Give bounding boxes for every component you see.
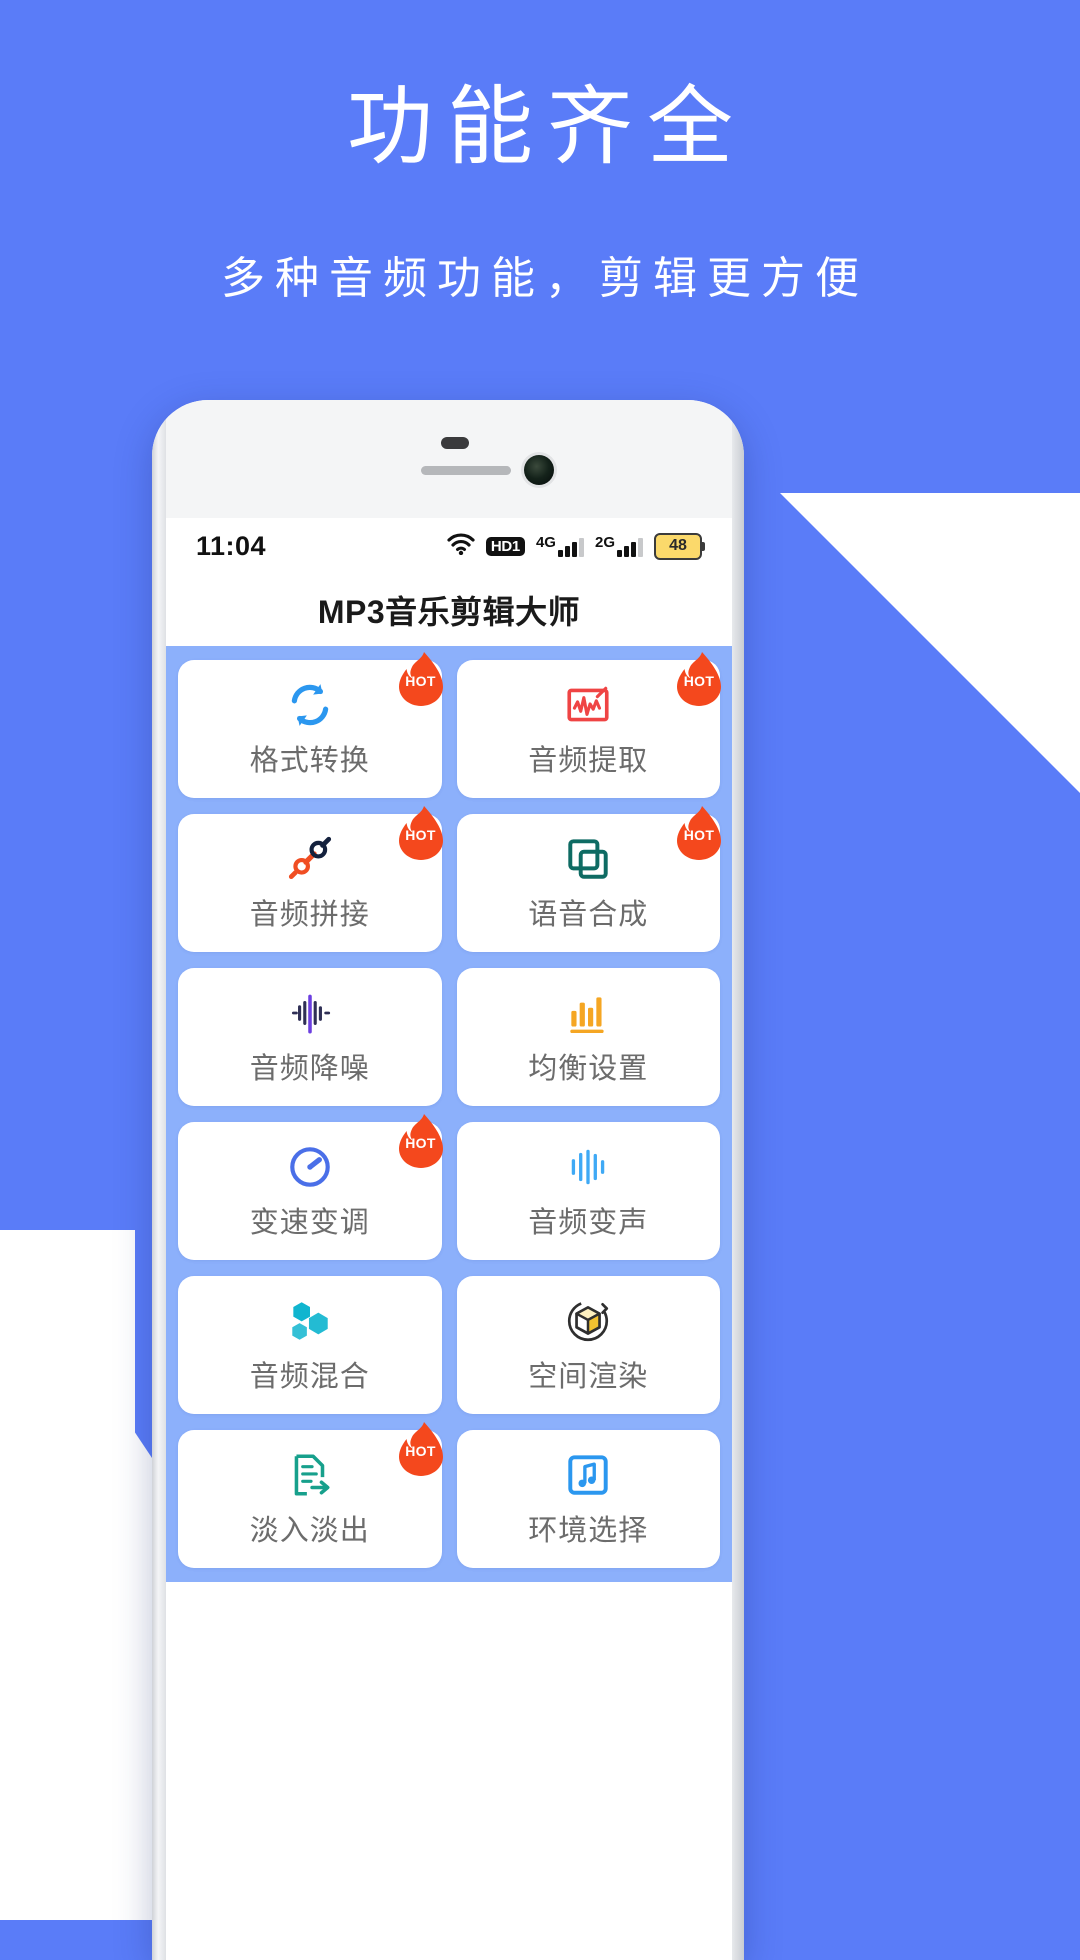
signal-sim2-label: 2G	[594, 534, 615, 551]
hot-badge-label: HOT	[405, 673, 436, 689]
feature-card-label: 音频混合	[249, 1361, 370, 1393]
feature-card-10[interactable]: 空间渲染	[456, 1276, 720, 1414]
feature-card-label: 音频降噪	[249, 1053, 370, 1085]
feature-card-label: 空间渲染	[528, 1361, 649, 1393]
signal-sim1-icon: 4G	[536, 535, 584, 557]
earpiece-speaker-icon	[421, 466, 511, 475]
sync-arrows-icon	[285, 679, 335, 731]
feature-card-7[interactable]: 变速变调 HOT	[178, 1114, 443, 1260]
page-subtitle: 多种音频功能，剪辑更方便	[221, 254, 869, 303]
feature-card-11[interactable]: 淡入淡出 HOT	[178, 1422, 443, 1568]
feature-card-label: 语音合成	[528, 899, 649, 931]
phone-edge-right	[732, 400, 744, 1960]
music-note-square-icon	[563, 1449, 613, 1501]
feature-card-6[interactable]: 均衡设置	[456, 968, 720, 1106]
front-camera-icon	[524, 455, 554, 485]
fade-document-icon	[285, 1449, 335, 1501]
phone-top-bezel	[166, 400, 732, 518]
layers-square-icon	[563, 833, 613, 885]
feature-grid: 格式转换 HOT 音频提取 HOT 音频拼接 HOT 语音合成 HOT 音频降噪 均衡设置变速变调…	[166, 646, 732, 1582]
status-time: 11:04	[196, 530, 267, 561]
feature-card-4[interactable]: 语音合成 HOT	[456, 806, 721, 952]
hot-badge-label: HOT	[405, 1443, 436, 1459]
app-title: MP3音乐剪辑大师	[166, 574, 732, 646]
hot-badge-icon: HOT	[394, 1421, 448, 1479]
hot-badge-label: HOT	[405, 1135, 436, 1151]
hexagon-mix-icon	[285, 1295, 335, 1347]
hd-voice-icon: HD1	[485, 536, 525, 556]
signal-sim2-icon: 2G	[595, 535, 643, 557]
feature-card-label: 淡入淡出	[249, 1515, 370, 1547]
signal-sim1-bars	[557, 535, 584, 557]
feature-card-9[interactable]: 音频混合	[178, 1276, 442, 1414]
hot-badge-icon: HOT	[394, 651, 448, 709]
status-bar: 11:04 HD1 4G 2G 48	[166, 518, 732, 574]
wifi-icon	[447, 532, 475, 560]
feature-card-label: 变速变调	[249, 1207, 370, 1239]
feature-card-5[interactable]: 音频降噪	[178, 968, 442, 1106]
phone-screen: 11:04 HD1 4G 2G 48 MP3音乐剪辑大师 格式转换 HOT 音频…	[166, 518, 732, 1960]
feature-card-1[interactable]: 格式转换 HOT	[178, 652, 443, 798]
feature-card-8[interactable]: 音频变声	[456, 1122, 720, 1260]
cube-rotate-icon	[563, 1295, 613, 1347]
hot-badge-icon: HOT	[394, 805, 448, 863]
hot-badge-label: HOT	[405, 827, 436, 843]
hot-badge-icon: HOT	[672, 805, 726, 863]
audio-waveform-icon	[285, 987, 335, 1039]
feature-card-2[interactable]: 音频提取 HOT	[456, 652, 721, 798]
plug-connector-icon	[285, 833, 335, 885]
feature-card-label: 音频变声	[528, 1207, 649, 1239]
feature-card-12[interactable]: 环境选择	[456, 1430, 720, 1568]
signal-sim1-label: 4G	[535, 534, 556, 551]
hot-badge-label: HOT	[683, 673, 715, 689]
feature-card-label: 格式转换	[249, 745, 370, 777]
hot-badge-icon: HOT	[672, 651, 726, 709]
feature-card-label: 音频拼接	[249, 899, 370, 931]
feature-card-label: 环境选择	[528, 1515, 649, 1547]
decorative-wedge-right	[780, 493, 1080, 793]
phone-edge-left	[152, 400, 166, 1960]
feature-card-label: 音频提取	[528, 745, 649, 777]
signal-sim2-bars	[617, 535, 643, 557]
voice-bars-icon	[563, 1141, 613, 1193]
page-title: 功能齐全	[347, 79, 747, 175]
proximity-sensor-icon	[441, 437, 469, 449]
equalizer-bars-icon	[563, 987, 613, 1039]
waveform-frame-icon	[563, 679, 613, 731]
feature-card-label: 均衡设置	[528, 1053, 649, 1085]
battery-icon: 48	[654, 532, 705, 560]
feature-card-3[interactable]: 音频拼接 HOT	[178, 806, 443, 952]
battery-level: 48	[669, 537, 687, 554]
hot-badge-icon: HOT	[394, 1113, 448, 1171]
status-indicators: HD1 4G 2G 48	[447, 532, 705, 560]
phone-mockup: 11:04 HD1 4G 2G 48 MP3音乐剪辑大师 格式转换 HOT 音频…	[152, 400, 744, 1960]
hot-badge-label: HOT	[683, 827, 715, 843]
speedometer-icon	[285, 1141, 335, 1193]
